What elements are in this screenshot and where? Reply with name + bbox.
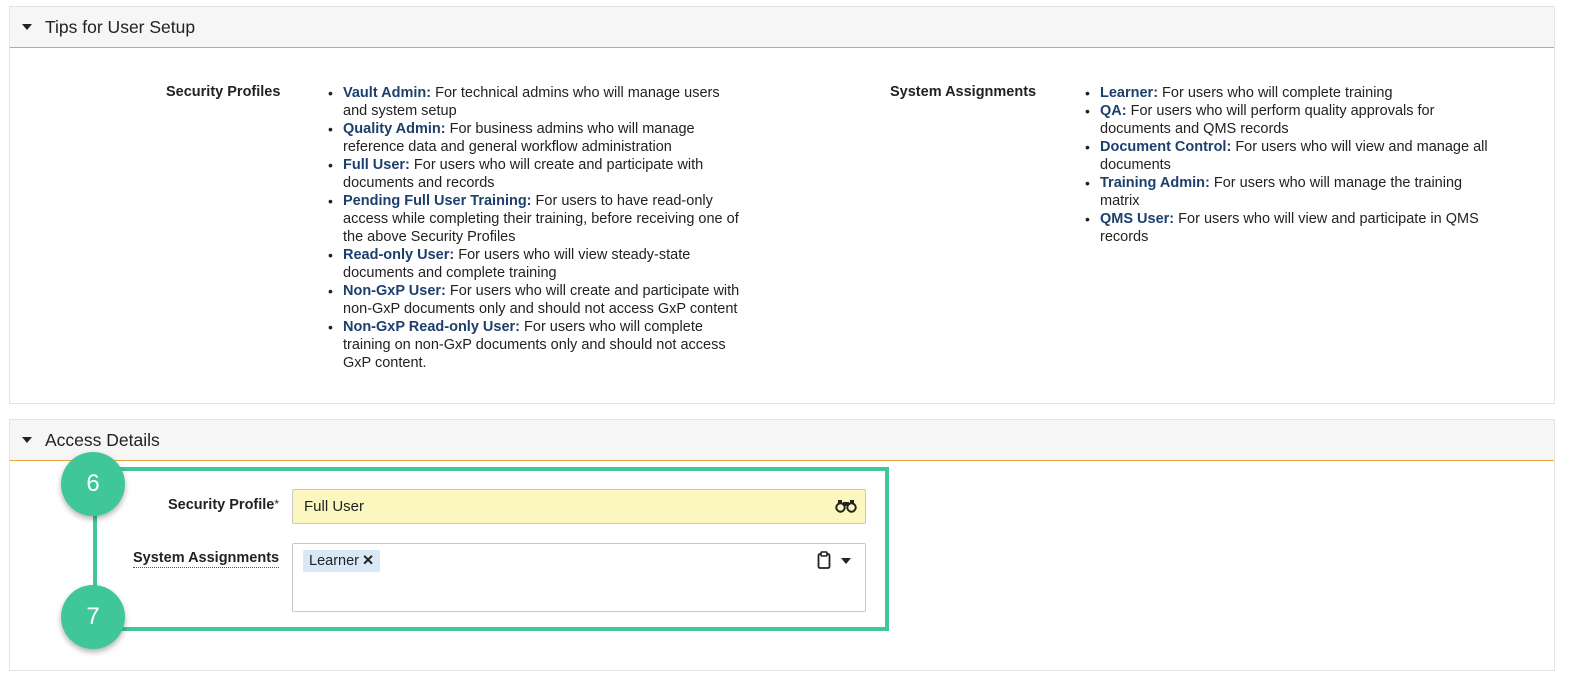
list-item: Document Control: For users who will vie… [1085,138,1500,174]
system-assignments-list: Learner: For users who will complete tra… [1085,84,1500,246]
list-item: QA: For users who will perform quality a… [1085,102,1500,138]
list-item: Non-GxP Read-only User: For users who wi… [328,318,743,372]
list-item: Quality Admin: For business admins who w… [328,120,743,156]
list-item-term: Vault Admin: [343,85,432,101]
callout-badge-7: 7 [61,585,125,649]
access-section-header[interactable]: Access Details [10,420,1554,461]
list-item: Non-GxP User: For users who will create … [328,282,743,318]
list-item-term: Document Control: [1100,139,1232,155]
list-item-term: QMS User: [1100,211,1175,227]
caret-down-icon [22,24,32,30]
list-item: Read-only User: For users who will view … [328,246,743,282]
list-item-term: Pending Full User Training: [343,193,532,209]
list-item-term: Quality Admin: [343,121,446,137]
highlight-box [93,467,889,631]
list-item-text: For users who will perform quality appro… [1100,103,1435,137]
security-profiles-label: Security Profiles [166,84,281,100]
list-item-text: For users who will complete training [1158,85,1393,101]
list-item-term: Learner: [1100,85,1159,101]
system-assignments-tips-label: System Assignments [890,84,1037,100]
list-item-term: QA: [1100,103,1127,119]
tips-section: Tips for User Setup Security Profiles Va… [9,6,1555,404]
callout-badge-6: 6 [61,452,125,516]
list-item-term: Read-only User: [343,247,455,263]
caret-down-icon [22,437,32,443]
list-item: Learner: For users who will complete tra… [1085,84,1500,102]
list-item-term: Non-GxP User: [343,283,446,299]
list-item-term: Full User: [343,157,410,173]
list-item: Pending Full User Training: For users to… [328,192,743,246]
list-item: QMS User: For users who will view and pa… [1085,210,1500,246]
list-item-term: Non-GxP Read-only User: [343,319,520,335]
tips-section-title: Tips for User Setup [45,16,196,37]
security-profiles-list: Vault Admin: For technical admins who wi… [328,84,743,372]
list-item-term: Training Admin: [1100,175,1210,191]
list-item: Training Admin: For users who will manag… [1085,174,1500,210]
tips-section-header[interactable]: Tips for User Setup [10,7,1554,48]
list-item: Vault Admin: For technical admins who wi… [328,84,743,120]
access-section-title: Access Details [45,429,160,450]
list-item: Full User: For users who will create and… [328,156,743,192]
